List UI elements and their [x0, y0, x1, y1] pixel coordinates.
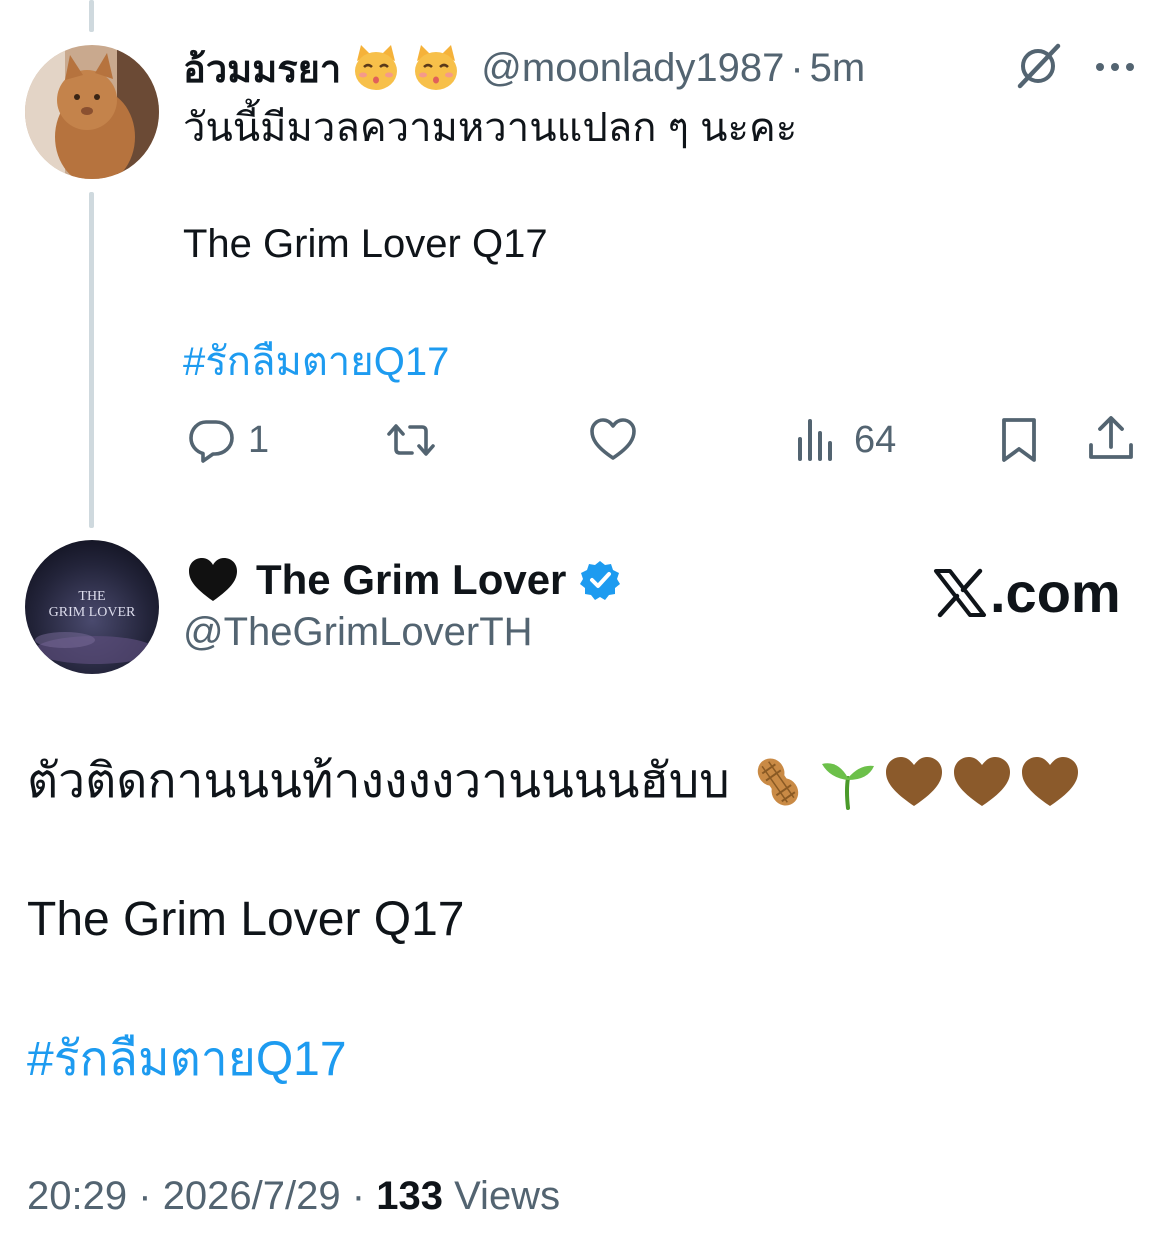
brown-heart-emoji-1: [884, 752, 944, 812]
reply-timestamp[interactable]: 5m: [810, 46, 866, 91]
bookmark-icon: [1002, 418, 1036, 462]
avatar-moonlady[interactable]: [25, 45, 159, 179]
main-tweet-header: The Grim Lover: [186, 552, 622, 608]
bookmark-button[interactable]: [992, 410, 1046, 470]
main-text-line1-text: ตัวติดกานนนท้างงงงวานนนนฮับบ: [27, 755, 730, 808]
seedling-emoji: [816, 752, 876, 812]
more-icon[interactable]: [1092, 44, 1138, 90]
svg-text:GRIM LOVER: GRIM LOVER: [49, 605, 136, 620]
x-com-text: .com: [990, 561, 1121, 624]
peanut-emoji: [748, 752, 808, 812]
kissing-cat-emoji-1: [351, 43, 401, 93]
tweet-meta: 20:29 · 2026/7/29 · 133 Views: [27, 1174, 560, 1219]
meta-separator-1: ·: [138, 1174, 152, 1218]
main-display-name[interactable]: The Grim Lover: [256, 556, 566, 604]
reply-display-name[interactable]: อ้วมมรยา: [183, 38, 341, 99]
tweet-date[interactable]: 2026/7/29: [163, 1174, 341, 1218]
grok-icon[interactable]: [1012, 40, 1064, 92]
reply-count: 1: [248, 418, 270, 461]
repost-icon: [387, 424, 435, 456]
main-hashtag-link[interactable]: #รักลืมตายQ17: [27, 1030, 347, 1090]
verified-badge-icon: [580, 561, 621, 600]
like-icon: [590, 418, 636, 460]
views-button[interactable]: 64: [790, 410, 896, 470]
tweet-views-label: Views: [454, 1174, 561, 1218]
reply-icon: [189, 420, 234, 463]
main-text-line2: The Grim Lover Q17: [27, 893, 465, 946]
reply-button[interactable]: 1: [184, 410, 269, 470]
repost-button[interactable]: [384, 410, 448, 470]
like-button[interactable]: [586, 410, 650, 470]
black-heart-emoji: [189, 558, 237, 601]
tweet-views-count[interactable]: 133: [376, 1174, 443, 1218]
svg-text:THE: THE: [78, 589, 105, 604]
main-handle[interactable]: @TheGrimLoverTH: [183, 610, 533, 655]
reply-handle[interactable]: @moonlady1987: [481, 46, 784, 91]
meta-separator-2: ·: [351, 1174, 366, 1218]
kissing-cat-emoji-2: [411, 43, 461, 93]
thread-line: [89, 192, 94, 528]
share-icon: [1089, 416, 1133, 459]
x-com-watermark: .com: [932, 560, 1121, 625]
brown-heart-emoji-2: [952, 752, 1012, 812]
reply-tweet-header: อ้วมมรยา @moonlady1987 · 5m: [183, 40, 865, 96]
views-icon: [798, 419, 832, 461]
main-text-line1: ตัวติดกานนนท้างงงงวานนนนฮับบ: [27, 752, 1080, 812]
share-button[interactable]: [1084, 410, 1138, 470]
views-count: 64: [854, 418, 897, 461]
reply-text-line2: The Grim Lover Q17: [183, 222, 548, 266]
thread-line-top: [89, 0, 94, 32]
reply-text-line1: วันนี้มีมวลความหวานแปลก ๆ นะคะ: [183, 106, 798, 150]
reply-hashtag-link[interactable]: #รักลืมตายQ17: [183, 336, 449, 388]
header-separator: ·: [790, 45, 804, 90]
brown-heart-emoji-3: [1020, 752, 1080, 812]
tweet-time[interactable]: 20:29: [27, 1174, 127, 1218]
avatar-thegrimlover[interactable]: THE GRIM LOVER: [25, 540, 159, 674]
x-logo-icon: [934, 568, 986, 617]
